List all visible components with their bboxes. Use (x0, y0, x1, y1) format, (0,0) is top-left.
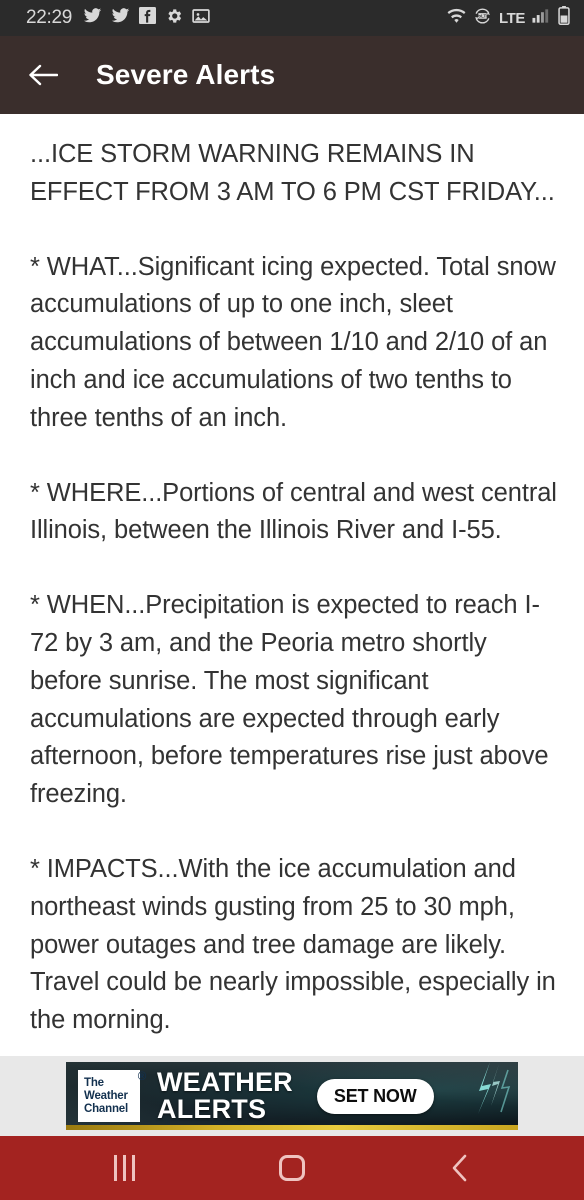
ad-headline-line-1: WEATHER (157, 1067, 293, 1097)
alert-paragraph-impacts: * IMPACTS...With the ice accumulation an… (30, 854, 556, 1035)
set-now-button[interactable]: SET NOW (316, 1078, 434, 1114)
ad-headline: WEATHER ALERTS (157, 1069, 293, 1123)
recents-icon (113, 1155, 135, 1181)
status-bar: 22:29 VoLTE LTE (0, 0, 584, 36)
status-bar-right: VoLTE LTE (447, 6, 570, 30)
svg-text:VoLTE: VoLTE (476, 13, 489, 18)
android-nav-bar (0, 1136, 584, 1200)
status-bar-left: 22:29 (26, 6, 210, 30)
home-icon (279, 1155, 305, 1181)
trademark-symbol: ® (137, 1071, 146, 1083)
battery-icon (558, 6, 570, 30)
twitter-icon (111, 6, 130, 30)
twitter-icon (83, 6, 102, 30)
alert-paragraph-what: * WHAT...Significant icing expected. Tot… (30, 252, 556, 432)
recents-button[interactable] (89, 1143, 159, 1193)
phone-screen: 22:29 VoLTE LTE Severe Alerts ...ICE STO… (0, 0, 584, 1200)
logo-line-2: Weather (84, 1089, 128, 1102)
status-clock: 22:29 (26, 7, 73, 28)
logo-line-1: The (84, 1076, 104, 1089)
signal-bars-icon (532, 8, 551, 29)
gear-icon (165, 7, 183, 30)
ad-headline-line-2: ALERTS (157, 1094, 267, 1124)
chevron-left-icon (452, 1154, 467, 1182)
logo-line-3: Channel (84, 1102, 128, 1115)
volte-icon: VoLTE (473, 7, 492, 29)
facebook-icon (139, 7, 157, 29)
back-button[interactable] (26, 58, 60, 92)
alert-paragraph-when: * WHEN...Precipitation is expected to re… (30, 591, 549, 809)
ad-zone: The Weather Channel ® WEATHER ALERTS SET… (0, 1056, 584, 1136)
home-button[interactable] (257, 1143, 327, 1193)
nav-back-button[interactable] (425, 1143, 495, 1193)
photo-icon (192, 7, 210, 30)
wifi-icon (447, 8, 466, 29)
app-bar: Severe Alerts (0, 36, 584, 114)
alert-text-container[interactable]: ...ICE STORM WARNING REMAINS IN EFFECT F… (0, 114, 584, 1056)
page-title: Severe Alerts (96, 59, 276, 90)
alert-paragraph-where: * WHERE...Portions of central and west c… (30, 478, 557, 545)
network-type-label: LTE (498, 9, 525, 27)
alert-paragraph-headline: ...ICE STORM WARNING REMAINS IN EFFECT F… (30, 140, 555, 206)
weather-channel-logo: The Weather Channel ® (78, 1070, 146, 1122)
ad-banner[interactable]: The Weather Channel ® WEATHER ALERTS SET… (66, 1062, 518, 1130)
